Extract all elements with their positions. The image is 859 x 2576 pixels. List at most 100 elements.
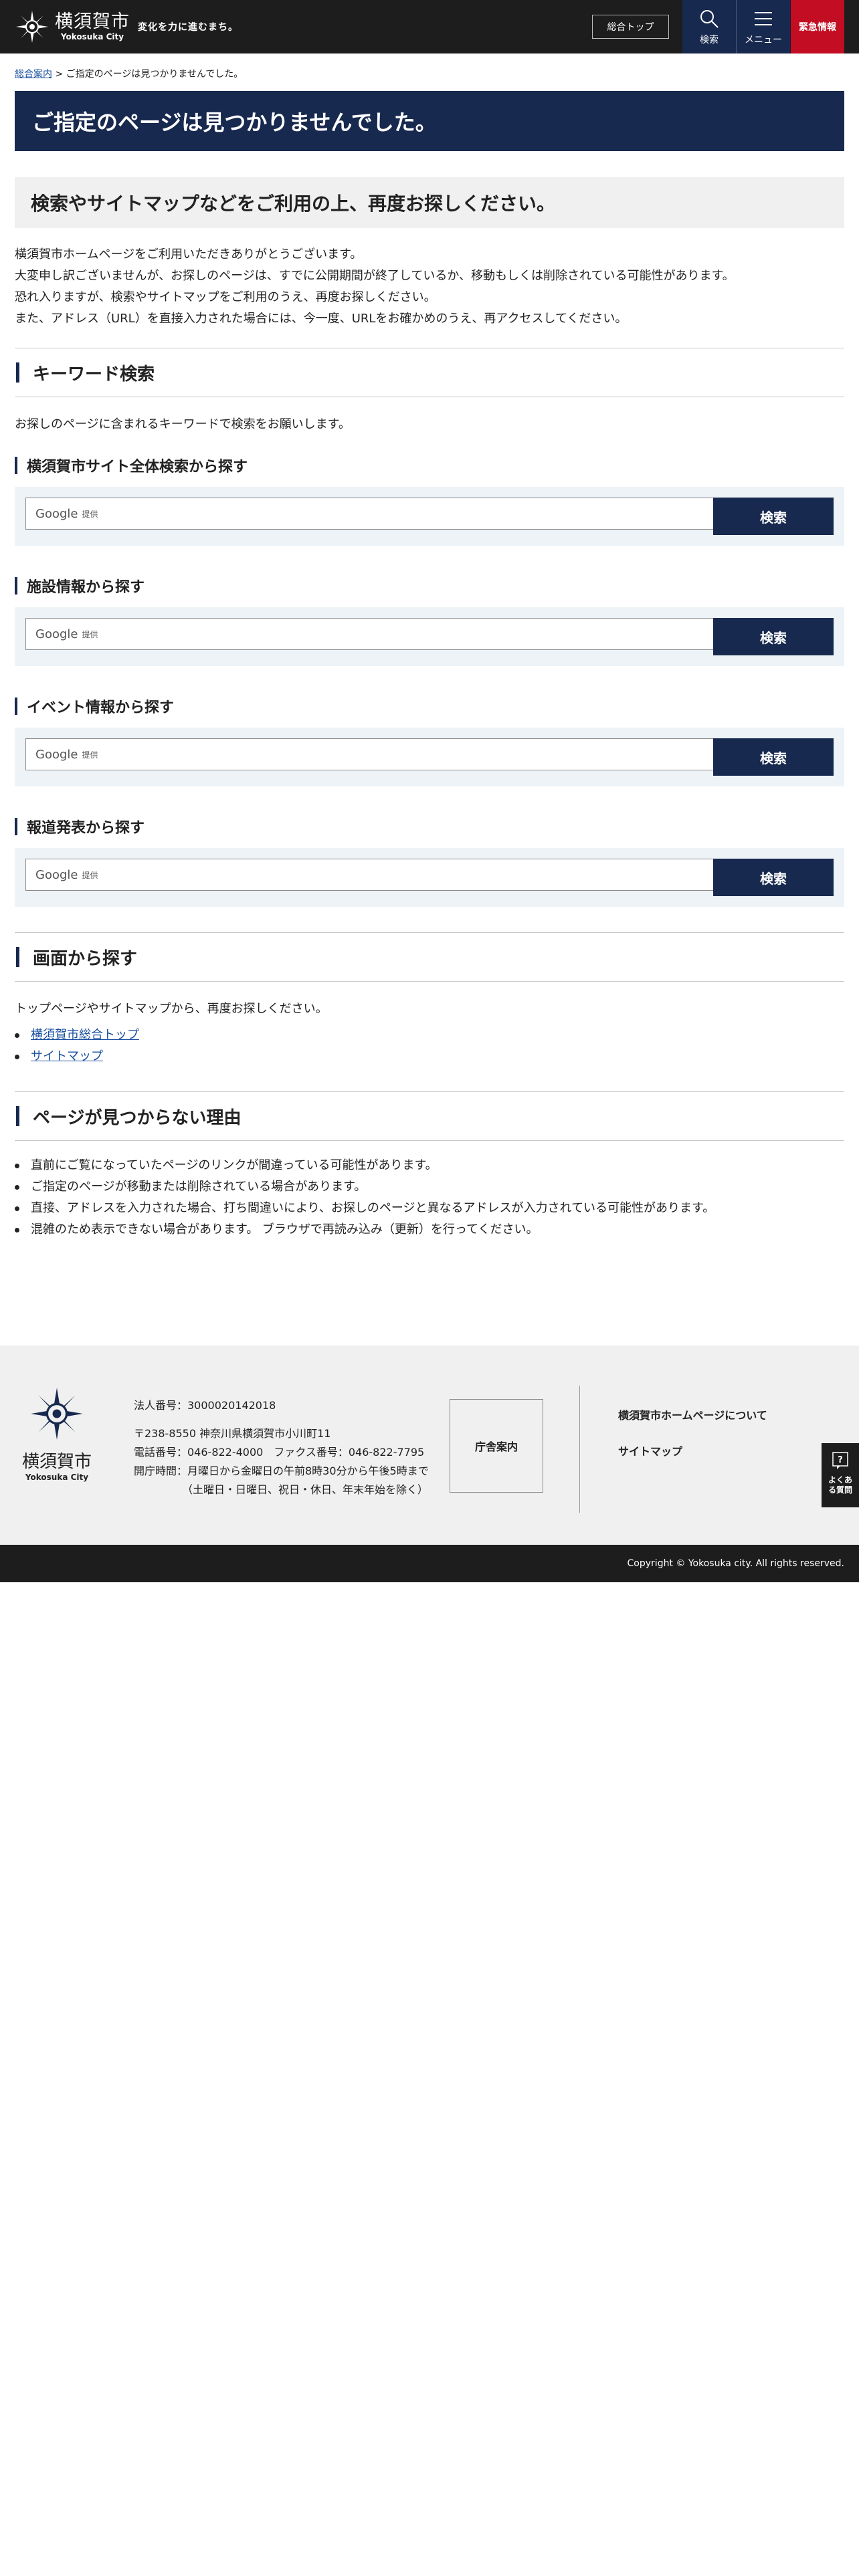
breadcrumb-current: ご指定のページは見つかりませんでした。 <box>66 69 244 80</box>
footer-hours-note: （土曜日・日曜日、祝日・休日、年末年始を除く） <box>182 1483 429 1496</box>
logo-name-ja: 横須賀市 <box>55 11 130 32</box>
logo-name-en: Yokosuka City <box>60 31 124 41</box>
google-provided-label: 提供 <box>82 870 98 880</box>
facility-search-button[interactable]: 検索 <box>713 618 834 655</box>
google-logo: Google <box>35 867 78 882</box>
list-item: 混雑のため表示できない場合があります。 ブラウザで再読み込み（更新）を行ってくだ… <box>15 1219 714 1241</box>
event-search-button[interactable]: 検索 <box>713 738 834 776</box>
search-title-text: 横須賀市サイト全体検索から探す <box>27 459 248 475</box>
site-search-box: Google 提供 検索 <box>15 487 844 546</box>
list-item: 直前にご覧になっていたページのリンクが間違っている可能性があります。 <box>15 1155 714 1176</box>
header-search-button[interactable]: 検索 <box>682 0 736 53</box>
list-item: 直接、アドレスを入力された場合、打ち間違いにより、お探しのページと異なるアドレス… <box>15 1198 714 1219</box>
reason-heading: ページが見つからない理由 <box>15 1091 844 1141</box>
about-site-link[interactable]: 横須賀市ホームページについて <box>618 1398 767 1434</box>
footer-phone: 電話番号：046-822-4000 ファクス番号：046-822-7795 <box>134 1446 425 1459</box>
site-header: 横須賀市 Yokosuka City 変化を力に進むまち。 総合トップ 検索 メ… <box>0 0 859 53</box>
search-title-facility: 施設情報から探す <box>15 575 145 597</box>
chosha-guide-button[interactable]: 庁舎案内 <box>450 1399 543 1493</box>
screen-search-heading-text: 画面から探す <box>33 948 138 969</box>
search-icon <box>700 10 719 28</box>
page-subtitle: 検索やサイトマップなどをご利用の上、再度お探しください。 <box>15 177 844 228</box>
city-top-link[interactable]: 横須賀市総合トップ <box>31 1028 139 1042</box>
subheading-bar <box>15 577 17 595</box>
event-search-input[interactable]: Google 提供 <box>25 738 714 770</box>
heading-bar <box>16 362 19 383</box>
search-title-text: 報道発表から探す <box>27 820 145 837</box>
list-item: 横須賀市総合トップ <box>15 1025 139 1046</box>
keyword-search-description: お探しのページに含まれるキーワードで検索をお願いします。 <box>15 417 351 431</box>
site-search-input[interactable]: Google 提供 <box>25 498 714 530</box>
subheading-bar <box>15 818 17 835</box>
footer-logo: 横須賀市 Yokosuka City <box>20 1386 94 1482</box>
hamburger-menu-icon <box>755 12 772 25</box>
google-logo: Google <box>35 747 78 762</box>
heading-bar <box>16 1106 19 1126</box>
event-search-box: Google 提供 検索 <box>15 728 844 786</box>
breadcrumb-home-link[interactable]: 総合案内 <box>15 69 52 80</box>
footer-logo-en: Yokosuka City <box>25 1473 89 1482</box>
site-tagline: 変化を力に進むまち。 <box>138 22 238 33</box>
faq-label: よくある質問 <box>828 1475 852 1495</box>
footer-divider <box>579 1386 580 1513</box>
intro-text: 横須賀市ホームページをご利用いただきありがとうございます。 大変申し訳ございませ… <box>15 244 735 330</box>
footer-info: 法人番号：3000020142018 〒238-8550 神奈川県横須賀市小川町… <box>134 1396 429 1499</box>
copyright: Copyright © Yokosuka city. All rights re… <box>0 1545 859 1582</box>
heading-bar <box>16 947 19 967</box>
header-menu-label: メニュー <box>745 35 782 45</box>
search-title-site: 横須賀市サイト全体検索から探す <box>15 455 248 476</box>
press-search-button[interactable]: 検索 <box>713 859 834 896</box>
footer-logo-ja: 横須賀市 <box>21 1452 92 1472</box>
subheading-bar <box>15 457 17 474</box>
site-logo[interactable]: 横須賀市 Yokosuka City <box>15 8 142 45</box>
header-menu-button[interactable]: メニュー <box>737 0 790 53</box>
intro-line: 恐れ入りますが、検索やサイトマップをご利用のうえ、再度お探しください。 <box>15 290 436 304</box>
footer-hours: 開庁時間：月曜日から金曜日の午前8時30分から午後5時まで <box>134 1465 429 1477</box>
google-provided-label: 提供 <box>82 509 98 519</box>
top-page-link[interactable]: 総合トップ <box>592 15 669 39</box>
search-title-press: 報道発表から探す <box>15 816 145 837</box>
reason-list: 直前にご覧になっていたページのリンクが間違っている可能性があります。 ご指定のペ… <box>15 1155 714 1241</box>
intro-line: 大変申し訳ございませんが、お探しのページは、すでに公開期間が終了しているか、移動… <box>15 269 735 283</box>
corp-number: 法人番号：3000020142018 <box>134 1399 276 1412</box>
intro-line: 横須賀市ホームページをご利用いただきありがとうございます。 <box>15 247 363 261</box>
footer-sitemap-link[interactable]: サイトマップ <box>618 1434 767 1470</box>
search-title-event: イベント情報から探す <box>15 695 174 717</box>
footer-links: 横須賀市ホームページについて サイトマップ <box>618 1398 767 1470</box>
subheading-bar <box>15 697 17 715</box>
search-title-text: 施設情報から探す <box>27 579 145 596</box>
screen-search-heading: 画面から探す <box>15 932 844 982</box>
list-item: ご指定のページが移動または削除されている場合があります。 <box>15 1176 714 1198</box>
press-search-input[interactable]: Google 提供 <box>25 859 714 891</box>
press-search-box: Google 提供 検索 <box>15 848 844 907</box>
screen-search-description: トップページやサイトマップから、再度お探しください。 <box>15 1002 328 1016</box>
breadcrumb-separator: > <box>55 69 64 80</box>
footer-address: 〒238-8550 神奈川県横須賀市小川町11 <box>134 1427 331 1440</box>
google-logo: Google <box>35 506 78 521</box>
list-item: サイトマップ <box>15 1046 139 1067</box>
city-emblem-icon <box>16 11 48 43</box>
intro-line: また、アドレス（URL）を直接入力された場合には、今一度、URLをお確かめのうえ… <box>15 312 628 326</box>
reason-heading-text: ページが見つからない理由 <box>33 1107 242 1128</box>
header-search-label: 検索 <box>700 35 719 45</box>
breadcrumb: 総合案内 > ご指定のページは見つかりませんでした。 <box>15 67 243 80</box>
keyword-search-heading-text: キーワード検索 <box>33 364 155 385</box>
search-title-text: イベント情報から探す <box>27 700 175 716</box>
facility-search-box: Google 提供 検索 <box>15 607 844 666</box>
google-provided-label: 提供 <box>82 629 98 639</box>
faq-button[interactable]: ? よくある質問 <box>822 1443 859 1507</box>
city-emblem-icon <box>31 1388 83 1440</box>
site-search-button[interactable]: 検索 <box>713 498 834 535</box>
question-icon: ? <box>832 1452 848 1469</box>
sitemap-link[interactable]: サイトマップ <box>31 1049 103 1063</box>
emergency-info-button[interactable]: 緊急情報 <box>791 0 844 53</box>
facility-search-input[interactable]: Google 提供 <box>25 618 714 650</box>
svg-text:?: ? <box>838 1455 843 1465</box>
site-footer: 横須賀市 Yokosuka City 法人番号：3000020142018 〒2… <box>0 1346 859 1545</box>
keyword-search-heading: キーワード検索 <box>15 348 844 397</box>
google-provided-label: 提供 <box>82 750 98 760</box>
google-logo: Google <box>35 627 78 641</box>
emergency-label: 緊急情報 <box>799 22 836 33</box>
page-title: ご指定のページは見つかりませんでした。 <box>15 91 844 151</box>
screen-link-list: 横須賀市総合トップ サイトマップ <box>15 1025 139 1067</box>
